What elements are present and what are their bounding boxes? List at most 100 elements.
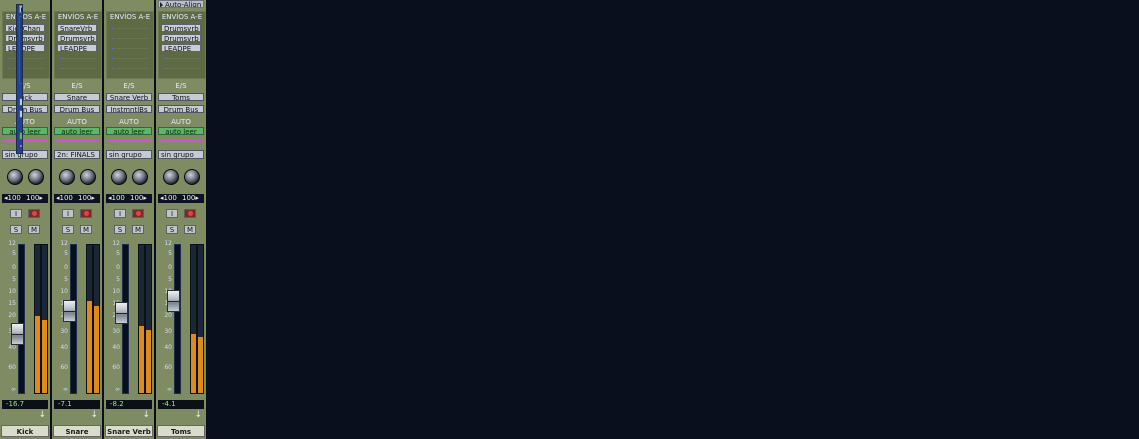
automation-mode[interactable]: auto leer: [2, 127, 48, 136]
send-slot[interactable]: Drumsvrb: [161, 34, 201, 42]
send-slot[interactable]: Drumsvrb: [5, 34, 45, 42]
fader-area: 12505101520304060∞: [2, 240, 48, 395]
input-monitor-button[interactable]: I: [114, 209, 126, 218]
fader-area: 12505101520304060∞: [158, 240, 204, 395]
sends-title: ENVÍOS A-E: [109, 13, 151, 21]
empty-send-slot[interactable]: [112, 38, 148, 40]
automation-title: AUTO: [15, 118, 35, 126]
input-selector[interactable]: Snare: [54, 93, 100, 101]
output-selector[interactable]: Drum Bus: [158, 105, 204, 113]
meter-fill: [94, 305, 99, 393]
output-selector[interactable]: Drum Bus: [2, 105, 48, 113]
output-selector[interactable]: InstmntlBs: [106, 105, 152, 113]
track-name[interactable]: Snare Verb: [105, 425, 153, 437]
record-button[interactable]: [28, 209, 40, 218]
fader-handle[interactable]: [11, 323, 24, 345]
volume-readout: -7.1: [54, 400, 100, 409]
channel-strip: ENVÍOS A-E E/S Snare Verb InstmntlBs AUTO aut…: [104, 0, 154, 439]
track-name[interactable]: Snare: [53, 425, 101, 437]
record-button[interactable]: [184, 209, 196, 218]
solo-button[interactable]: S: [10, 225, 22, 234]
input-selector[interactable]: sin entrada: [19, 98, 22, 106]
fader-handle[interactable]: [63, 300, 76, 322]
send-slot[interactable]: Drumsvrb: [57, 34, 97, 42]
empty-send-slot[interactable]: [60, 68, 96, 70]
send-slot[interactable]: LEADPE: [5, 44, 45, 52]
group-selector[interactable]: sin grupo: [158, 150, 204, 159]
send-slot[interactable]: LEADPE: [57, 44, 97, 52]
empty-send-slot[interactable]: [112, 48, 148, 50]
insert-slot[interactable]: Auto-Align: [158, 0, 204, 8]
input-selector[interactable]: Snare Verb: [106, 93, 152, 101]
solo-button[interactable]: S: [166, 225, 178, 234]
automation-mode[interactable]: auto leer: [54, 127, 100, 136]
mixer-window: Auto-AlignENVÍOS A-EE/SH 1sin entradaKic…: [0, 0, 1139, 439]
io-title: E/S: [175, 82, 187, 90]
scale-mark: 30: [60, 328, 68, 335]
output-selector[interactable]: Drum Bus: [54, 105, 100, 113]
empty-send-slot[interactable]: [60, 58, 96, 60]
empty-send-slot[interactable]: [8, 68, 44, 70]
send-slot[interactable]: LEADPE: [161, 44, 201, 52]
pan-knob-left[interactable]: [111, 169, 127, 185]
scale-mark: 5: [116, 250, 120, 257]
scale-mark: 10: [60, 288, 68, 295]
automation-mode[interactable]: auto leer: [106, 127, 152, 136]
send-slot[interactable]: SnareVrb: [57, 24, 97, 32]
input-monitor-button[interactable]: I: [62, 209, 74, 218]
mute-button[interactable]: M: [184, 225, 196, 234]
pan-knob-left[interactable]: [163, 169, 179, 185]
empty-send-slot[interactable]: [164, 68, 200, 70]
pan-knob-right[interactable]: [184, 169, 200, 185]
send-slot[interactable]: KickChan: [5, 24, 45, 32]
automation-mode[interactable]: auto leer: [158, 127, 204, 136]
group-selector[interactable]: sin grupo: [106, 150, 152, 159]
automation-mode[interactable]: auto leer: [19, 132, 22, 140]
pan-knob-left[interactable]: [59, 169, 75, 185]
scale-mark: 5: [168, 250, 172, 257]
scale-mark: 30: [112, 328, 120, 335]
solo-button[interactable]: S: [62, 225, 74, 234]
fader-handle[interactable]: [167, 290, 180, 312]
mute-button[interactable]: M: [132, 225, 144, 234]
fader-track: [174, 244, 181, 394]
pan-knob-left[interactable]: [7, 169, 23, 185]
pan-knob-right[interactable]: [132, 169, 148, 185]
group-selector[interactable]: 2n: FINALS: [54, 150, 100, 159]
group-selector[interactable]: sin grupo: [2, 150, 48, 159]
insert-slot[interactable]: Auto-Align: [19, 5, 22, 13]
empty-send-slot[interactable]: [164, 58, 200, 60]
track-name[interactable]: Kick: [1, 425, 49, 437]
pan-knob-right[interactable]: [28, 169, 44, 185]
track-name[interactable]: Toms: [157, 425, 205, 437]
pan-values: ◂100 100▸: [2, 194, 48, 203]
empty-send-slot[interactable]: [112, 28, 148, 30]
input-selector[interactable]: Toms: [158, 93, 204, 101]
scale-mark: 12: [60, 240, 68, 247]
input-monitor-button[interactable]: I: [166, 209, 178, 218]
fader-scale: 12505101520304060∞: [158, 240, 172, 395]
record-button[interactable]: [132, 209, 144, 218]
level-meter-right: [197, 244, 204, 394]
empty-send-slot[interactable]: [8, 58, 44, 60]
send-slot[interactable]: Drumsvrb: [161, 24, 201, 32]
pan-right-value: 100▸: [182, 194, 199, 202]
output-selector[interactable]: OH: [19, 110, 22, 118]
input-monitor-button[interactable]: I: [10, 209, 22, 218]
record-button[interactable]: [80, 209, 92, 218]
scale-mark: 0: [168, 264, 172, 271]
bottom-controls: ↓: [54, 410, 100, 422]
fader-handle[interactable]: [115, 302, 128, 324]
output-arrow-icon: ↓: [90, 410, 98, 420]
record-icon: [31, 211, 37, 216]
mute-button[interactable]: M: [28, 225, 40, 234]
solo-button[interactable]: S: [114, 225, 126, 234]
meter-fill: [35, 316, 40, 393]
mute-button[interactable]: M: [80, 225, 92, 234]
fader-scale: 12505101520304060∞: [2, 240, 16, 395]
input-selector[interactable]: Kick: [2, 93, 48, 101]
fader-track: [18, 244, 25, 394]
pan-knob-right[interactable]: [80, 169, 96, 185]
empty-send-slot[interactable]: [112, 68, 148, 70]
empty-send-slot[interactable]: [112, 58, 148, 60]
